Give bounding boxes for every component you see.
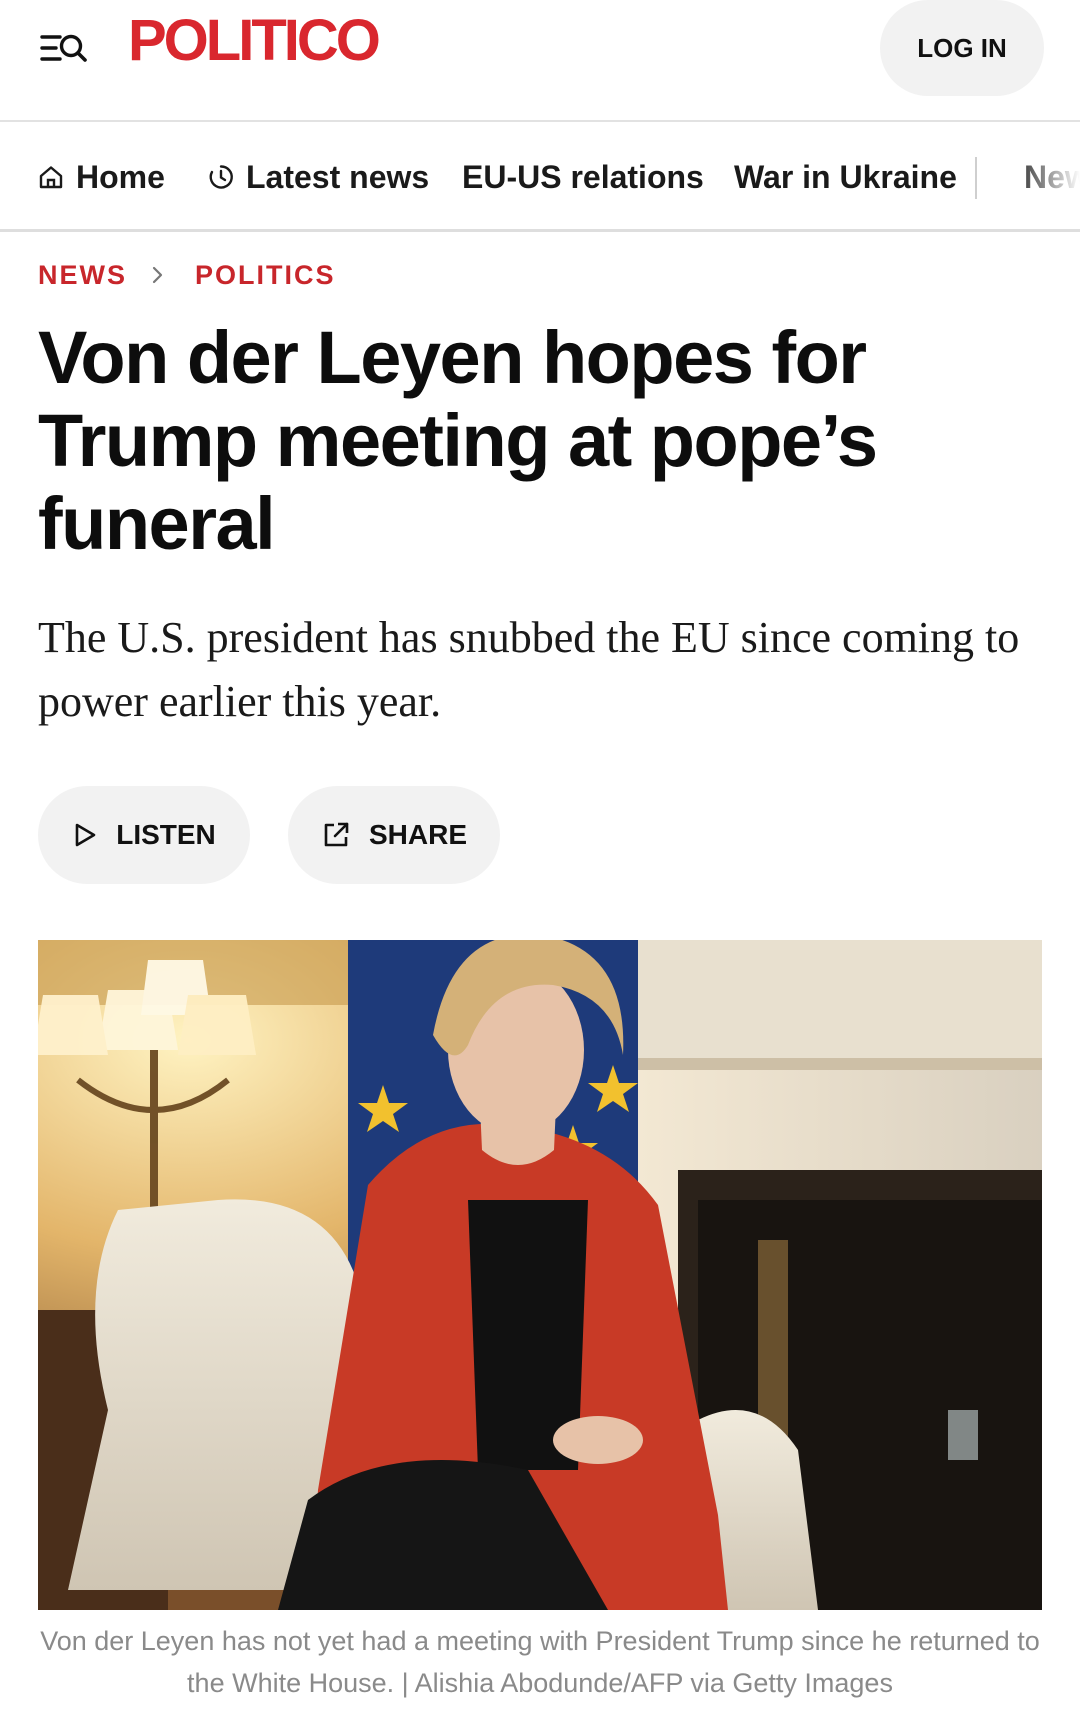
- listen-button[interactable]: LISTEN: [38, 786, 250, 884]
- share-icon: [324, 822, 349, 847]
- nav-item-latest-news[interactable]: Latest news: [208, 122, 430, 229]
- nav-item-label: EU-US relations: [462, 158, 704, 195]
- share-label: SHARE: [368, 819, 467, 850]
- listen-label: LISTEN: [116, 819, 216, 850]
- home-icon: [39, 166, 63, 189]
- photo-caption: Von der Leyen has not yet had a meeting …: [40, 1626, 1040, 1698]
- play-icon: [75, 823, 96, 847]
- politico-logo[interactable]: POLITICO: [128, 12, 381, 70]
- breadcrumb-news-link[interactable]: NEWS: [38, 260, 127, 291]
- nav-item-home[interactable]: Home: [38, 122, 165, 229]
- clock-icon: [209, 165, 233, 189]
- breadcrumb-politics-link[interactable]: POLITICS: [195, 260, 336, 291]
- nav-item-label: Home: [76, 158, 165, 195]
- nav-divider: [975, 157, 977, 199]
- nav-item-label: New: [1024, 158, 1080, 195]
- article-headline: Von der Leyen hopes for Trump meeting at…: [38, 316, 878, 565]
- chevron-right-icon: [151, 265, 165, 285]
- nav-item-label: War in Ukraine: [734, 158, 957, 195]
- top-bar: POLITICO LOG IN: [0, 0, 1080, 122]
- nav-item-new[interactable]: New: [1024, 122, 1080, 229]
- article-dek: The U.S. president has snubbed the EU si…: [38, 613, 1020, 726]
- nav-item-label: Latest news: [246, 158, 430, 195]
- login-button[interactable]: LOG IN: [880, 0, 1044, 96]
- nav-item-eu-us-relations[interactable]: EU-US relations: [462, 122, 704, 229]
- section-nav: Home Latest news EU-US relations War in …: [0, 122, 1080, 232]
- breadcrumb: NEWS POLITICS: [38, 258, 336, 292]
- menu-search-icon[interactable]: [40, 28, 90, 68]
- article-photo[interactable]: [38, 940, 1042, 1610]
- nav-item-war-in-ukraine[interactable]: War in Ukraine: [734, 122, 957, 229]
- share-button[interactable]: SHARE: [288, 786, 500, 884]
